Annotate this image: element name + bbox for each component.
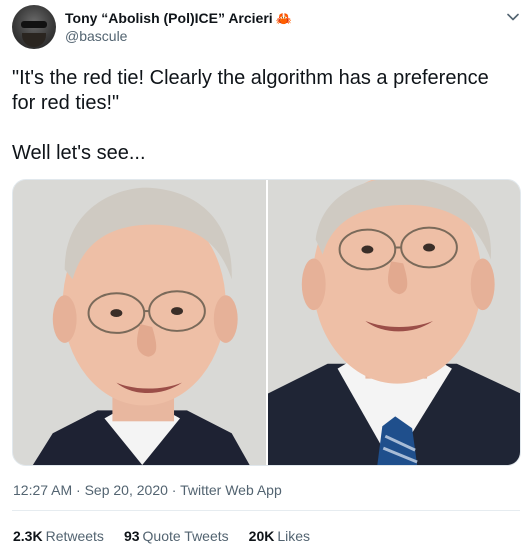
chevron-down-icon[interactable]	[506, 10, 520, 24]
likes-label: Likes	[277, 528, 311, 544]
tweet-paragraph-1: "It's the red tie! Clearly the algorithm…	[12, 67, 489, 114]
crab-icon: 🦀	[275, 11, 292, 26]
quote-tweets-stat[interactable]: 93 Quote Tweets	[124, 528, 229, 544]
author-handle[interactable]: @bascule	[65, 28, 127, 44]
media-grid	[12, 179, 521, 466]
divider	[12, 510, 520, 511]
engagement-stats: 2.3K Retweets 93 Quote Tweets 20K Likes	[13, 528, 310, 544]
author-display-name: Tony “Abolish (Pol)ICE” Arcieri	[65, 10, 273, 26]
tweet-text: "It's the red tie! Clearly the algorithm…	[12, 66, 517, 166]
retweets-count: 2.3K	[13, 528, 43, 544]
quote-label: Quote Tweets	[142, 528, 229, 544]
photo-left[interactable]	[13, 180, 266, 465]
retweets-stat[interactable]: 2.3K Retweets	[13, 528, 104, 544]
tweet-paragraph-2: Well let's see...	[12, 142, 146, 164]
avatar[interactable]	[12, 5, 56, 49]
tweet-timestamp[interactable]: 12:27 AM · Sep 20, 2020 · Twitter Web Ap…	[13, 482, 282, 498]
likes-stat[interactable]: 20K Likes	[249, 528, 310, 544]
avatar-glasses	[21, 21, 47, 28]
photo-right[interactable]	[267, 180, 520, 465]
likes-count: 20K	[248, 528, 275, 544]
retweets-label: Retweets	[45, 528, 104, 544]
quote-count: 93	[123, 528, 140, 544]
avatar-beard	[22, 33, 46, 47]
author-name[interactable]: Tony “Abolish (Pol)ICE” Arcieri 🦀	[65, 10, 292, 27]
